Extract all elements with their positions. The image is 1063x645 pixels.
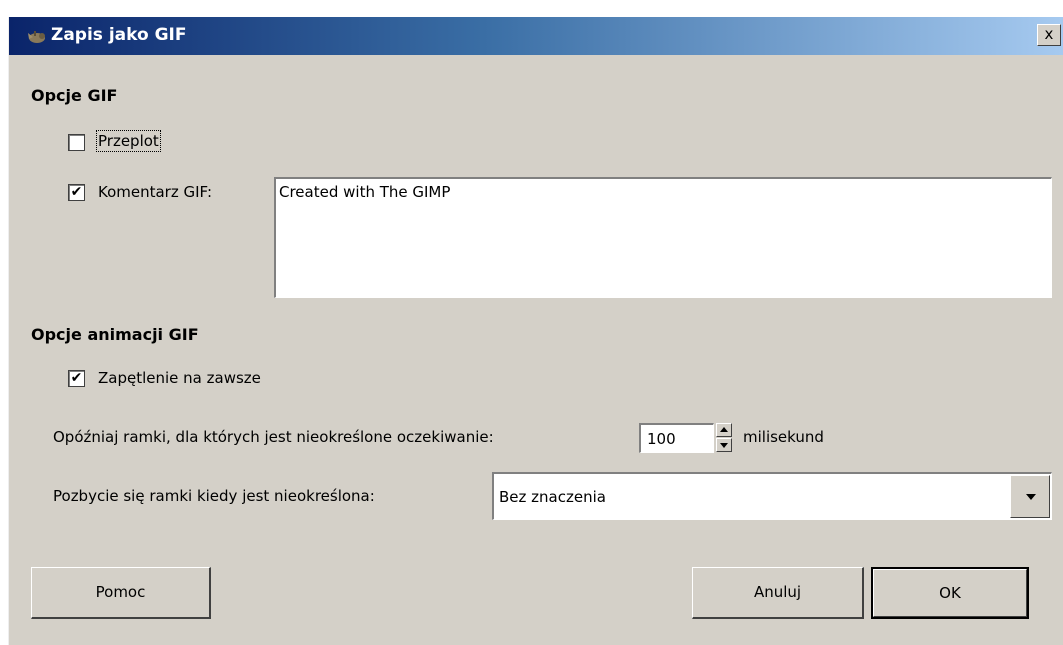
- frame-disposal-value: Bez znaczenia: [499, 488, 606, 506]
- cancel-button[interactable]: Anuluj: [692, 567, 864, 619]
- gif-comment-textarea[interactable]: Created with The GIMP: [274, 177, 1052, 298]
- gif-options-heading: Opcje GIF: [31, 86, 118, 105]
- chevron-down-icon[interactable]: [1010, 475, 1050, 518]
- interlace-label[interactable]: Przeplot: [96, 130, 161, 152]
- checkmark-icon: ✔: [70, 184, 83, 200]
- ok-button-label: OK: [939, 584, 961, 602]
- close-icon: x: [1044, 25, 1054, 43]
- gif-comment-label: Komentarz GIF:: [98, 183, 213, 201]
- loop-forever-label: Zapętlenie na zawsze: [98, 369, 261, 387]
- frame-disposal-label: Pozbycie się ramki kiedy jest nieokreślo…: [53, 487, 375, 505]
- frame-disposal-select[interactable]: Bez znaczenia: [492, 472, 1052, 520]
- help-button[interactable]: Pomoc: [31, 567, 211, 619]
- close-button[interactable]: x: [1037, 24, 1061, 46]
- ok-button[interactable]: OK: [871, 567, 1029, 619]
- frame-delay-input[interactable]: 100: [639, 423, 714, 453]
- interlace-checkbox[interactable]: [68, 134, 85, 151]
- checkmark-icon: ✔: [70, 370, 83, 386]
- spin-up-icon[interactable]: [716, 423, 732, 437]
- frame-delay-spinner: [716, 423, 732, 453]
- frame-delay-unit: milisekund: [743, 428, 824, 446]
- dialog-title: Zapis jako GIF: [51, 25, 187, 45]
- save-as-gif-dialog: Zapis jako GIF x Opcje GIF Przeplot ✔ Ko…: [8, 17, 1063, 645]
- title-bar[interactable]: Zapis jako GIF x: [9, 17, 1063, 55]
- spin-down-icon[interactable]: [716, 438, 732, 452]
- frame-delay-label: Opóźniaj ramki, dla których jest nieokre…: [53, 428, 494, 446]
- loop-forever-checkbox[interactable]: ✔: [68, 370, 85, 387]
- gimp-wilber-icon: [28, 31, 45, 43]
- animation-options-heading: Opcje animacji GIF: [31, 325, 199, 344]
- gif-comment-checkbox[interactable]: ✔: [68, 184, 85, 201]
